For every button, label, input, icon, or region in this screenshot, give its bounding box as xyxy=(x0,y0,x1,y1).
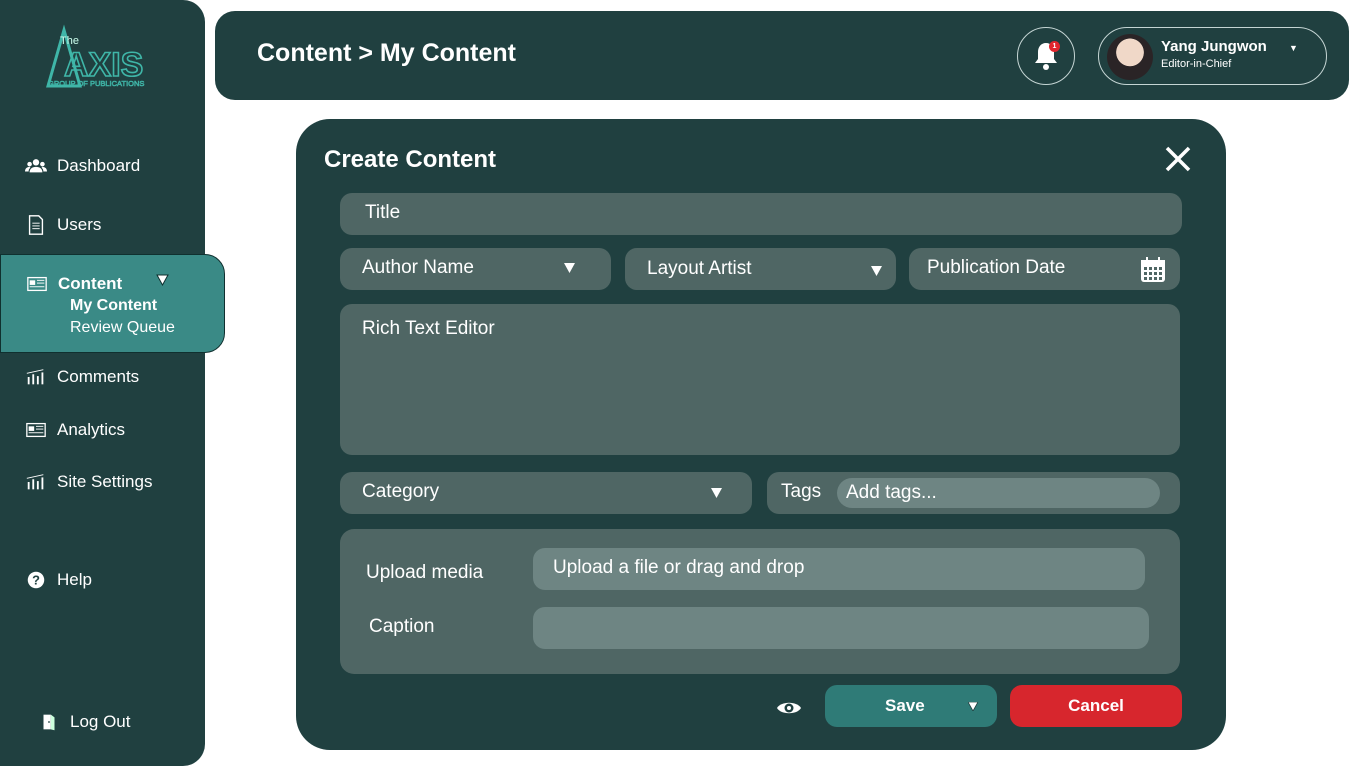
bar-chart-icon xyxy=(26,474,44,490)
cancel-button[interactable]: Cancel xyxy=(1010,685,1182,727)
newspaper-icon xyxy=(26,422,46,438)
user-role: Editor-in-Chief xyxy=(1161,58,1232,70)
sidebar-item-site-settings[interactable]: Site Settings xyxy=(25,471,152,493)
layout-artist-select-label: Layout Artist xyxy=(647,258,752,279)
save-button[interactable]: Save xyxy=(825,685,997,727)
caret-down-icon xyxy=(871,266,882,276)
logout-label: Log Out xyxy=(70,712,131,731)
tags-field: Tags xyxy=(767,472,1180,514)
sidebar-subitem-review-queue[interactable]: Review Queue xyxy=(70,319,175,337)
upload-dropzone-text: Upload a file or drag and drop xyxy=(553,557,805,578)
preview-eye-icon[interactable] xyxy=(776,697,802,719)
publication-date-label: Publication Date xyxy=(927,257,1066,278)
category-select-label: Category xyxy=(362,481,440,502)
bar-chart-icon xyxy=(26,369,44,385)
sidebar-item-comments[interactable]: Comments xyxy=(25,366,139,388)
tags-input[interactable] xyxy=(837,478,1160,508)
newspaper-icon xyxy=(27,276,47,292)
sidebar-item-dashboard[interactable]: Dashboard xyxy=(25,155,140,177)
avatar xyxy=(1107,34,1153,80)
caret-down-icon xyxy=(564,263,575,273)
rich-text-editor[interactable]: Rich Text Editor xyxy=(340,304,1180,455)
caret-down-icon[interactable] xyxy=(968,702,978,711)
calendar-icon[interactable] xyxy=(1139,256,1167,284)
upload-dropzone[interactable]: Upload a file or drag and drop xyxy=(533,548,1145,590)
rich-text-editor-label: Rich Text Editor xyxy=(362,318,495,339)
title-input[interactable]: Title xyxy=(340,193,1182,235)
caption-input[interactable] xyxy=(533,607,1149,649)
title-input-label: Title xyxy=(365,202,401,223)
sidebar-item-label: Comments xyxy=(57,367,140,386)
svg-text:GROUP OF PUBLICATIONS: GROUP OF PUBLICATIONS xyxy=(48,79,144,88)
sidebar-item-label: Site Settings xyxy=(57,472,153,491)
author-select-label: Author Name xyxy=(362,257,474,278)
sidebar: The AXIS GROUP OF PUBLICATIONS Dashboard… xyxy=(0,0,225,766)
sidebar-item-label: Users xyxy=(57,215,102,234)
document-icon xyxy=(28,215,44,235)
modal-title: Create Content xyxy=(324,146,497,173)
notifications-button[interactable]: 1 xyxy=(1017,27,1075,85)
sidebar-subitem-my-content[interactable]: My Content xyxy=(70,297,157,315)
author-select[interactable]: Author Name xyxy=(340,248,611,290)
save-button-label: Save xyxy=(885,696,925,715)
upload-panel: Upload media Upload a file or drag and d… xyxy=(340,529,1180,674)
sidebar-content-group: Content My Content Review Queue xyxy=(0,254,225,353)
chevron-down-icon: ▼ xyxy=(1289,43,1298,53)
user-name: Yang Jungwon xyxy=(1161,38,1267,55)
close-icon[interactable] xyxy=(1164,145,1192,173)
caret-down-icon xyxy=(711,488,722,498)
sidebar-item-help[interactable]: ? Help xyxy=(25,569,92,591)
sidebar-item-label: Content xyxy=(58,274,123,293)
category-select[interactable]: Category xyxy=(340,472,752,514)
logout-button[interactable]: Log Out xyxy=(38,711,131,733)
logout-icon xyxy=(43,714,55,731)
upload-media-label: Upload media xyxy=(366,562,484,583)
top-header: Content > My Content 1 Yang Jungwon Edit… xyxy=(215,11,1349,100)
layout-artist-select[interactable]: Layout Artist xyxy=(625,248,896,290)
svg-text:?: ? xyxy=(32,573,40,588)
sidebar-item-analytics[interactable]: Analytics xyxy=(25,419,125,441)
publication-date-input[interactable]: Publication Date xyxy=(909,248,1180,290)
create-content-modal: Create Content Title Author Name Layout … xyxy=(296,119,1226,750)
axis-logo: The AXIS GROUP OF PUBLICATIONS xyxy=(46,24,145,88)
breadcrumb: Content > My Content xyxy=(257,39,517,67)
caption-label: Caption xyxy=(369,616,435,637)
tags-label: Tags xyxy=(781,481,822,502)
users-icon xyxy=(25,159,47,173)
sidebar-item-content[interactable]: Content xyxy=(26,273,122,295)
sidebar-item-label: Analytics xyxy=(57,420,126,439)
notification-badge: 1 xyxy=(1049,41,1060,52)
help-icon: ? xyxy=(27,571,45,589)
sidebar-item-label: Dashboard xyxy=(57,156,141,175)
sidebar-item-label: Help xyxy=(57,570,92,589)
sidebar-item-users[interactable]: Users xyxy=(25,214,101,236)
caret-down-icon[interactable] xyxy=(156,274,169,286)
user-profile-menu[interactable]: Yang Jungwon Editor-in-Chief ▼ xyxy=(1098,27,1327,85)
